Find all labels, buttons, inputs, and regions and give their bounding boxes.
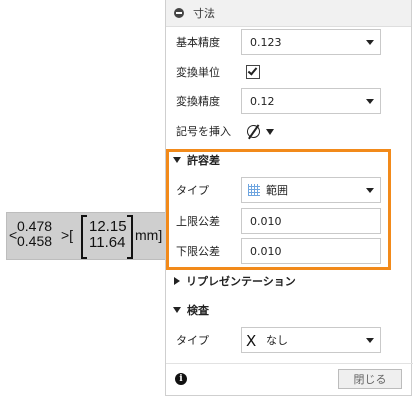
preview-upper-tolerance: 0.478 [17,218,53,234]
preview-lower-tolerance: 0.458 [17,233,53,249]
preview-lower-limit: 11.64 [89,234,126,251]
preview-close-angle: >[ [61,227,74,243]
convert-units-row: 変換単位 [166,62,413,82]
tolerance-type-select[interactable]: 範囲 [241,177,381,203]
convert-units-checkbox[interactable] [246,65,260,79]
preview-right-bracket [127,215,133,259]
inspection-heading: 検査 [187,304,209,317]
insert-symbol-label: 記号を挿入 [176,125,231,138]
expand-down-icon [173,157,181,163]
none-x-icon: X [246,332,257,350]
inspection-type-row: タイプ X なし [166,327,413,353]
base-precision-select[interactable]: 0.123 [241,29,381,55]
insert-symbol-row: 記号を挿入 [166,121,413,141]
inspection-type-select[interactable]: X なし [241,327,381,353]
lower-tolerance-value: 0.010 [250,244,282,258]
representation-section-header[interactable]: リプレゼンテーション [166,271,413,291]
tolerance-section-header[interactable]: 許容差 [166,150,413,170]
base-precision-row: 基本精度 0.123 [166,29,413,55]
upper-tolerance-value: 0.010 [250,214,282,228]
lower-tolerance-label: 下限公差 [176,245,220,258]
chevron-down-icon [366,99,374,104]
tolerance-type-label: タイプ [176,184,209,197]
inspection-type-label: タイプ [176,334,209,347]
preview-limit-stack: 12.15 11.64 [89,219,127,251]
convert-precision-select[interactable]: 0.12 [241,88,381,114]
expand-right-icon [174,277,180,285]
tolerance-type-value: 範囲 [266,184,288,197]
collapse-minus-icon[interactable] [174,8,184,18]
panel-title: 寸法 [193,7,215,20]
convert-precision-value: 0.12 [250,94,275,108]
panel-footer: i 閉じる [166,363,413,396]
preview-tolerance-stack: 0.478 0.458 [17,219,52,249]
preview-left-bracket [81,215,87,259]
base-precision-value: 0.123 [250,35,282,49]
panel-header[interactable]: 寸法 [166,0,411,27]
dimension-preview: < 0.478 0.458 >[ 12.15 11.64 mm] [6,212,167,260]
lower-tolerance-input[interactable]: 0.010 [241,238,381,264]
representation-heading: リプレゼンテーション [186,275,296,288]
upper-tolerance-input[interactable]: 0.010 [241,208,381,234]
inspection-type-value: なし [266,334,288,347]
chevron-down-icon [366,188,374,193]
range-icon [248,184,260,196]
close-button[interactable]: 閉じる [338,369,402,389]
dimension-panel: 寸法 基本精度 0.123 変換単位 変換精度 0.12 記号を挿入 許容差 タ… [165,0,413,396]
base-precision-label: 基本精度 [176,36,220,49]
preview-open-angle: < [9,227,18,243]
lower-tolerance-row: 下限公差 0.010 [166,238,413,264]
tolerance-type-row: タイプ 範囲 [166,177,413,203]
chevron-down-icon [366,40,374,45]
expand-down-icon [173,307,181,313]
preview-upper-limit: 12.15 [89,218,127,235]
diameter-icon[interactable] [247,125,260,138]
preview-unit: mm] [135,227,163,243]
upper-tolerance-row: 上限公差 0.010 [166,208,413,234]
info-icon[interactable]: i [175,373,187,385]
chevron-down-icon [366,338,374,343]
convert-precision-label: 変換精度 [176,95,220,108]
tolerance-heading: 許容差 [187,154,220,167]
upper-tolerance-label: 上限公差 [176,215,220,228]
convert-precision-row: 変換精度 0.12 [166,88,413,114]
inspection-section-header[interactable]: 検査 [166,300,413,320]
symbol-dropdown-icon[interactable] [266,129,274,135]
convert-units-label: 変換単位 [176,66,220,79]
